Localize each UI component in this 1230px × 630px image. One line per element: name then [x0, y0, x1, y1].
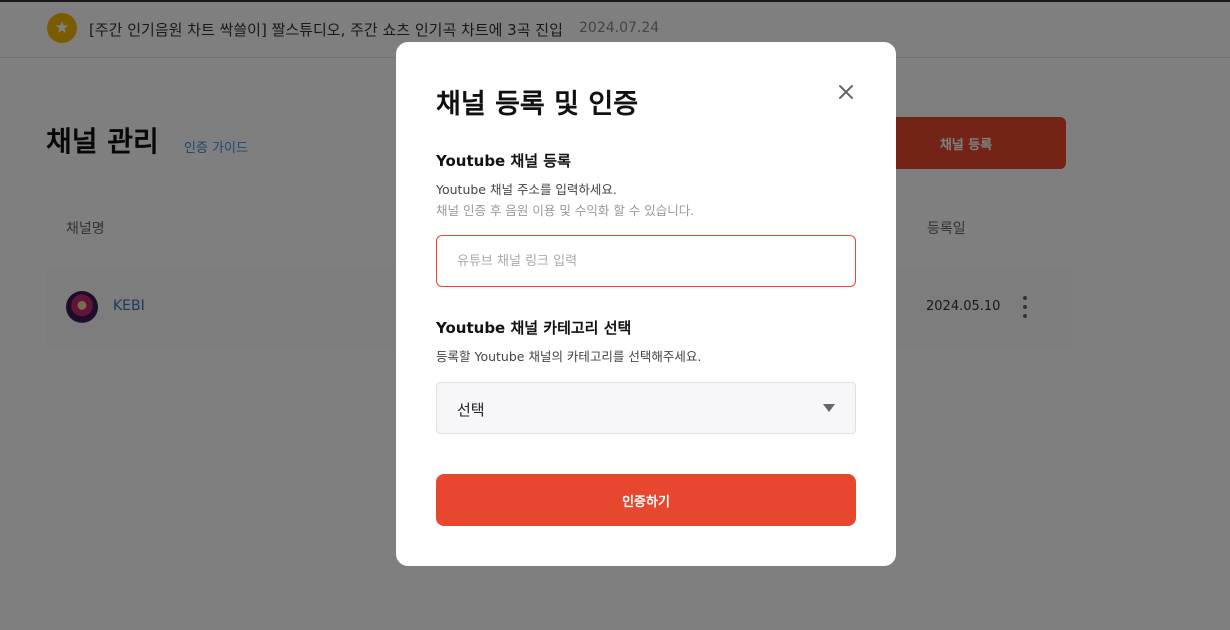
section-sub-register: 채널 인증 후 음원 이용 및 수익화 할 수 있습니다.	[436, 203, 695, 218]
chevron-down-icon	[823, 404, 835, 412]
section-desc-register: Youtube 채널 주소를 입력하세요.	[436, 182, 617, 197]
section-title-register: Youtube 채널 등록	[436, 152, 571, 170]
close-icon[interactable]	[836, 82, 856, 102]
section-title-category: Youtube 채널 카테고리 선택	[436, 319, 632, 337]
channel-link-input[interactable]	[436, 235, 856, 287]
section-desc-category: 등록할 Youtube 채널의 카테고리를 선택해주세요.	[436, 349, 702, 364]
modal-title: 채널 등록 및 인증	[436, 89, 639, 120]
channel-register-modal: 채널 등록 및 인증 Youtube 채널 등록 Youtube 채널 주소를 …	[396, 42, 896, 566]
page: ★ [주간 인기음원 차트 싹쓸이] 짤스튜디오, 주간 쇼츠 인기곡 차트에 …	[0, 0, 1230, 630]
category-select-value: 선택	[457, 401, 485, 419]
category-select[interactable]: 선택	[436, 382, 856, 434]
verify-button[interactable]: 인증하기	[436, 474, 856, 526]
